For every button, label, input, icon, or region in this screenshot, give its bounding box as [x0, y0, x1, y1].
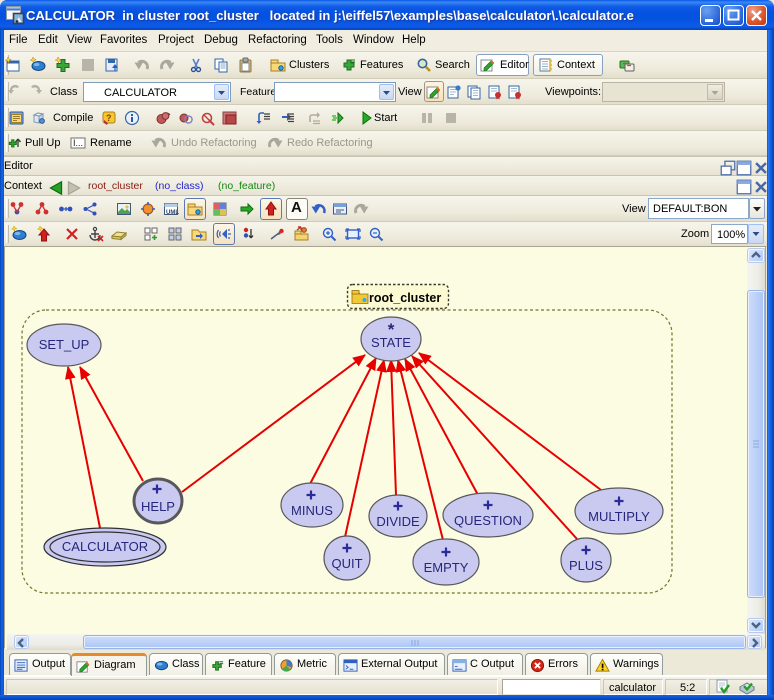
svg-text:root_cluster: root_cluster	[369, 291, 441, 305]
svg-text:?: ?	[106, 113, 112, 123]
svg-text:QUIT: QUIT	[331, 556, 362, 571]
svg-text:DIVIDE: DIVIDE	[376, 514, 420, 529]
svg-text:CALCULATOR: CALCULATOR	[62, 539, 148, 554]
svg-text:UML: UML	[166, 210, 179, 216]
svg-text:I...: I...	[73, 138, 83, 148]
svg-text:MULTIPLY: MULTIPLY	[588, 509, 650, 524]
svg-text:SET_UP: SET_UP	[39, 337, 90, 352]
svg-text:PLUS: PLUS	[569, 558, 603, 573]
svg-text:EMPTY: EMPTY	[424, 560, 469, 575]
svg-text:STATE: STATE	[371, 335, 411, 350]
svg-text:HELP: HELP	[141, 499, 175, 514]
svg-text:QUESTION: QUESTION	[454, 513, 522, 528]
svg-text:MINUS: MINUS	[291, 503, 333, 518]
